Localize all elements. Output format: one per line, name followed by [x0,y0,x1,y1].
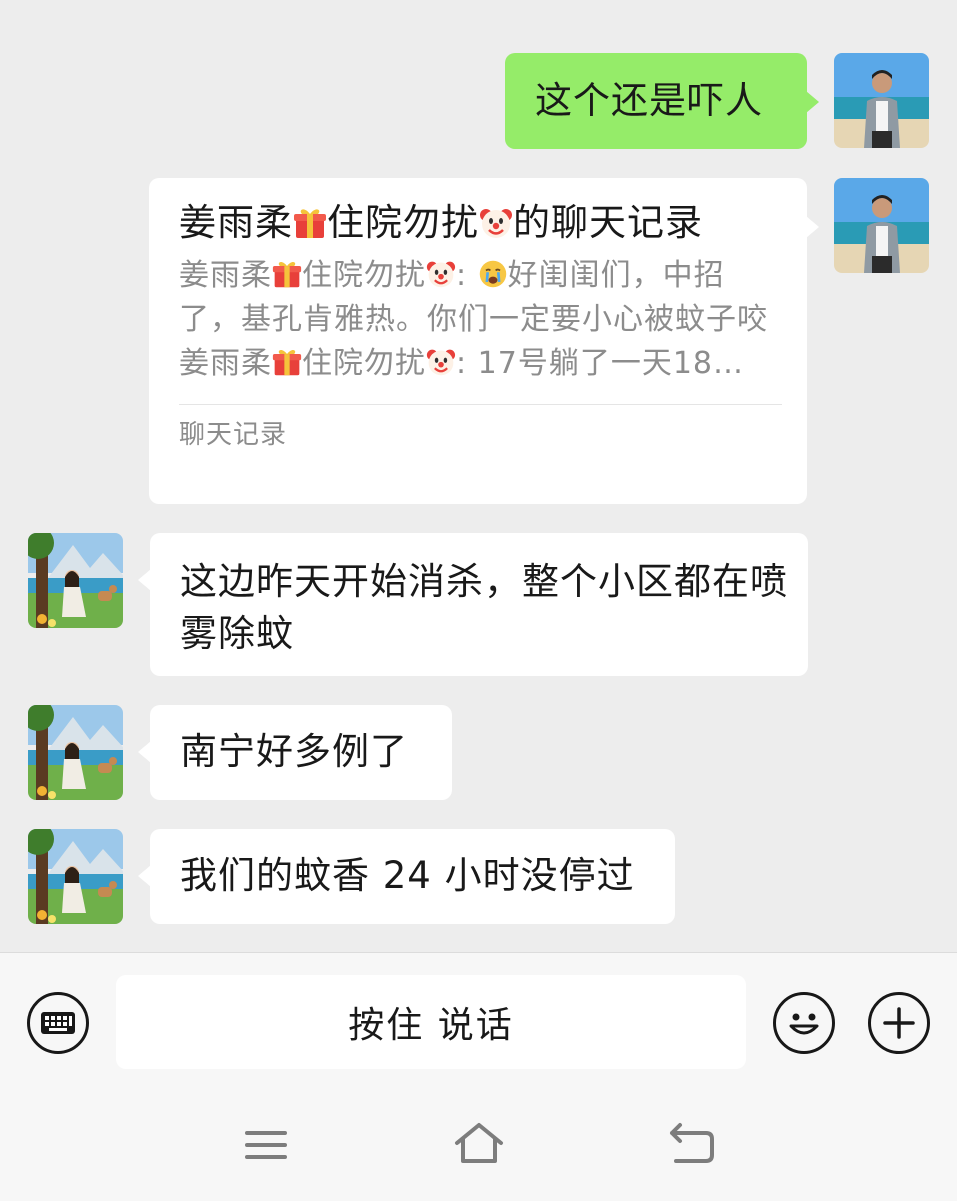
chat-record-card[interactable]: 姜雨柔 住院勿扰 的聊天记录 姜雨柔 住院勿扰: 好闺闺们，中招了，基孔肯雅热。你们一… [149,178,819,504]
home-icon[interactable] [452,1119,506,1167]
hold-to-talk-label: 按住 说话 [348,1005,514,1046]
clown-icon [426,347,456,377]
gift-icon [272,347,302,377]
input-bar: 按住 说话 [0,952,957,1201]
message-text: 这个还是吓人 [535,79,763,122]
keyboard-toggle-button[interactable] [27,992,89,1054]
crying-face-icon [478,259,508,289]
chat-area[interactable]: 这个还是吓人 姜雨柔 住院勿扰 的聊天记录 姜雨柔 住院勿扰: 好闺闺们，中招了，基孔… [0,0,957,952]
chat-record-label: 聊天记录 [179,420,288,450]
back-icon[interactable] [666,1119,718,1169]
contact-avatar-image [28,829,123,924]
chat-record-title: 姜雨柔 住院勿扰 的聊天记录 [179,201,703,244]
contact-message-bubble[interactable]: 南宁好多例了 [138,705,452,800]
contact-avatar[interactable] [28,705,123,800]
my-message-bubble[interactable]: 这个还是吓人 [505,53,819,149]
gift-icon [272,259,302,289]
emoji-button[interactable] [773,992,835,1054]
my-avatar[interactable] [834,178,929,273]
contact-message-bubble[interactable]: 这边昨天开始消杀，整个小区都在喷雾除蚊 [138,533,808,676]
my-avatar-image [834,53,929,148]
more-actions-button[interactable] [868,992,930,1054]
chat-record-line-2: 姜雨柔 住院勿扰: 17号躺了一天18… [179,346,744,381]
clown-icon [426,259,456,289]
gift-icon [293,206,327,240]
message-text: 这边昨天开始消杀，整个小区都在喷雾除蚊 [180,560,788,655]
contact-avatar-image [28,705,123,800]
menu-icon[interactable] [243,1125,289,1165]
contact-avatar[interactable] [28,533,123,628]
hold-to-talk-button[interactable]: 按住 说话 [116,975,746,1069]
divider [179,404,782,405]
my-avatar-image [834,178,929,273]
message-text: 我们的蚊香 24 小时没停过 [180,854,635,897]
message-text: 南宁好多例了 [180,730,408,773]
chat-record-line-1: 姜雨柔 住院勿扰: 好闺闺们，中招了，基孔肯雅热。你们一定要小心被蚊子咬 [179,258,768,337]
my-avatar[interactable] [834,53,929,148]
contact-avatar-image [28,533,123,628]
keyboard-icon [41,1012,75,1034]
contact-avatar[interactable] [28,829,123,924]
emoji-icon [789,1013,819,1035]
contact-message-bubble[interactable]: 我们的蚊香 24 小时没停过 [138,829,675,924]
clown-icon [479,206,513,240]
plus-icon [883,1007,915,1039]
